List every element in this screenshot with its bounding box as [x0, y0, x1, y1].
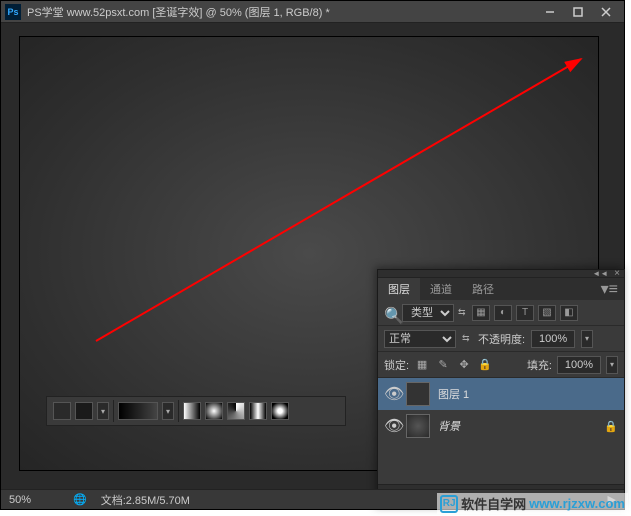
reflected-gradient-button[interactable] — [249, 402, 267, 420]
globe-icon[interactable]: 🌐 — [73, 493, 87, 506]
layer-item[interactable]: 👁 图层 1 — [378, 378, 624, 410]
gradient-swatch[interactable] — [75, 402, 93, 420]
watermark: RJ 软件自学网 www.rjzxw.com — [437, 493, 628, 514]
lock-transparent-icon[interactable]: ▦ — [414, 357, 430, 373]
layer-item[interactable]: 👁 背景 🔒 — [378, 410, 624, 442]
chevron-down-icon[interactable]: ▾ — [581, 330, 593, 348]
separator — [113, 400, 114, 422]
filter-pixel-icon[interactable]: ▦ — [472, 305, 490, 321]
chevron-down-icon[interactable]: ▾ — [97, 402, 109, 420]
separator — [178, 400, 179, 422]
radial-gradient-button[interactable] — [205, 402, 223, 420]
lock-row: 锁定: ▦ ✎ ✥ 🔒 填充: ▾ — [378, 352, 624, 378]
linear-gradient-button[interactable] — [183, 402, 201, 420]
lock-icon: 🔒 — [604, 420, 618, 433]
visibility-eye-icon[interactable]: 👁 — [384, 416, 398, 436]
tab-channels[interactable]: 通道 — [420, 278, 462, 300]
fill-input[interactable] — [557, 356, 601, 374]
photoshop-icon: Ps — [5, 4, 21, 20]
chevron-down-icon[interactable]: ▾ — [606, 356, 618, 374]
blend-mode-row: 正常 ⇆ 不透明度: ▾ — [378, 326, 624, 352]
tab-layers[interactable]: 图层 — [378, 278, 420, 300]
collapse-icon[interactable]: ◄◄ — [592, 269, 608, 278]
panel-tabs: 图层 通道 路径 ▾≡ — [378, 278, 624, 300]
gradient-preview[interactable] — [118, 402, 158, 420]
window-title: PS学堂 www.52psxt.com [圣诞字效] @ 50% (图层 1, … — [27, 4, 536, 20]
layer-thumbnail[interactable] — [406, 382, 430, 406]
chevron-icon: ⇆ — [458, 307, 468, 318]
panel-header: ◄◄ × — [378, 270, 624, 278]
filter-shape-icon[interactable]: ▧ — [538, 305, 556, 321]
layer-list: 👁 图层 1 👁 背景 🔒 — [378, 378, 624, 442]
search-icon[interactable]: 🔍 — [384, 306, 398, 320]
lock-all-icon[interactable]: 🔒 — [477, 357, 493, 373]
layer-thumbnail[interactable] — [406, 414, 430, 438]
minimize-button[interactable] — [536, 3, 564, 21]
layer-filter-row: 🔍 类型 ⇆ ▦ ◐ T ▧ ◧ — [378, 300, 624, 326]
lock-image-icon[interactable]: ✎ — [435, 357, 451, 373]
gradient-dropdown-icon[interactable] — [53, 402, 71, 420]
maximize-button[interactable] — [564, 3, 592, 21]
watermark-url: www.rjzxw.com — [529, 496, 625, 511]
filter-smart-icon[interactable]: ◧ — [560, 305, 578, 321]
lock-position-icon[interactable]: ✥ — [456, 357, 472, 373]
chevron-icon: ⇆ — [462, 333, 472, 344]
layers-panel: ◄◄ × 图层 通道 路径 ▾≡ 🔍 类型 ⇆ ▦ ◐ T ▧ ◧ 正常 ⇆ 不… — [377, 269, 625, 509]
watermark-logo-icon: RJ — [440, 495, 458, 513]
gradient-options-toolbar: ▾ ▾ — [46, 396, 346, 426]
zoom-level[interactable]: 50% — [9, 494, 59, 506]
layer-name[interactable]: 背景 — [438, 418, 596, 434]
blend-mode-select[interactable]: 正常 — [384, 330, 456, 348]
photoshop-window: Ps PS学堂 www.52psxt.com [圣诞字效] @ 50% (图层 … — [0, 0, 625, 510]
filter-adjustment-icon[interactable]: ◐ — [494, 305, 512, 321]
watermark-text: 软件自学网 — [461, 494, 526, 513]
filter-type-icon[interactable]: T — [516, 305, 534, 321]
fill-label: 填充: — [527, 357, 552, 373]
filter-type-select[interactable]: 类型 — [402, 304, 454, 322]
titlebar: Ps PS学堂 www.52psxt.com [圣诞字效] @ 50% (图层 … — [1, 1, 624, 23]
angle-gradient-button[interactable] — [227, 402, 245, 420]
lock-label: 锁定: — [384, 357, 409, 373]
visibility-eye-icon[interactable]: 👁 — [384, 384, 398, 404]
diamond-gradient-button[interactable] — [271, 402, 289, 420]
panel-menu-icon[interactable]: ▾≡ — [595, 278, 624, 300]
close-button[interactable] — [592, 3, 620, 21]
tab-paths[interactable]: 路径 — [462, 278, 504, 300]
opacity-label: 不透明度: — [478, 331, 525, 347]
layer-name[interactable]: 图层 1 — [438, 386, 618, 402]
chevron-down-icon[interactable]: ▾ — [162, 402, 174, 420]
opacity-input[interactable] — [531, 330, 575, 348]
